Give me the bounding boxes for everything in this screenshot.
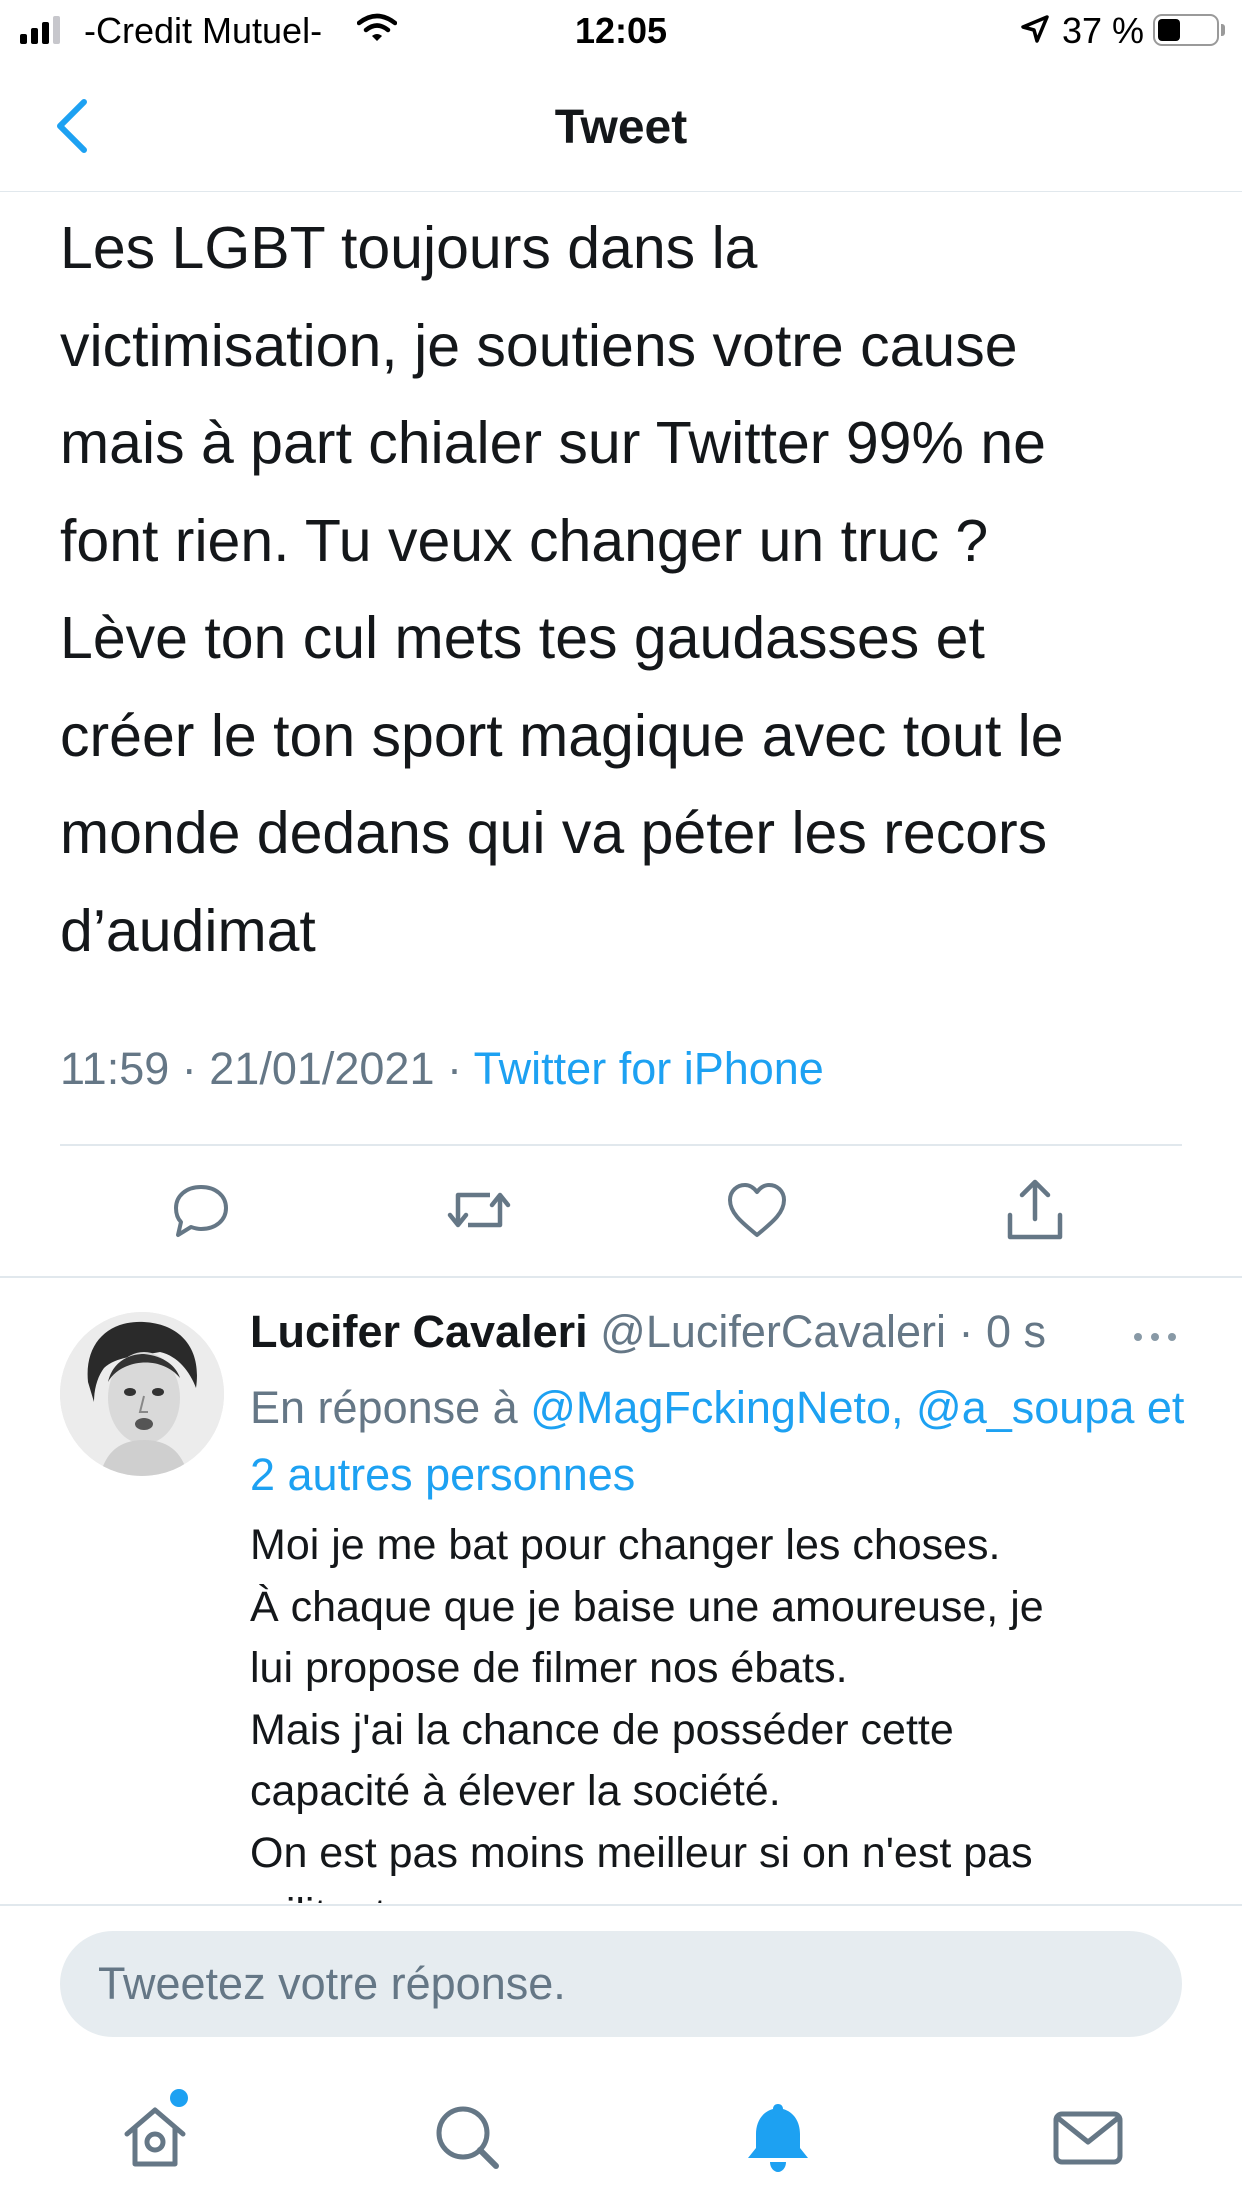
tweet-actions bbox=[0, 1175, 1242, 1255]
reply-author-name[interactable]: Lucifer Cavaleri bbox=[250, 1306, 588, 1357]
divider bbox=[0, 1276, 1242, 1278]
reply-context: En réponse à @MagFckingNeto, @a_soupa et… bbox=[250, 1374, 1190, 1508]
home-icon[interactable] bbox=[115, 2098, 195, 2178]
tweet-source-link[interactable]: Twitter for iPhone bbox=[474, 1043, 824, 1094]
battery-percentage: 37 % bbox=[1062, 10, 1145, 51]
status-bar: -Credit Mutuel- 12:05 37 % bbox=[0, 0, 1242, 62]
share-icon[interactable] bbox=[1000, 1175, 1070, 1245]
status-time: 12:05 bbox=[574, 10, 668, 51]
page-title: Tweet bbox=[554, 101, 688, 154]
tweet-text: Les LGBT toujours dans la victimisation,… bbox=[60, 215, 1064, 964]
battery-cap bbox=[1221, 24, 1225, 36]
reply-icon[interactable] bbox=[166, 1175, 236, 1245]
nav-bar: Tweet bbox=[0, 62, 1242, 192]
reply-composer[interactable] bbox=[60, 1931, 1182, 2037]
messages-icon[interactable] bbox=[1048, 2098, 1128, 2178]
notification-dot bbox=[170, 2089, 188, 2107]
search-icon[interactable] bbox=[428, 2098, 508, 2178]
more-options-icon[interactable] bbox=[1130, 1322, 1180, 1352]
reply-prefix: En réponse à bbox=[250, 1382, 531, 1433]
like-icon[interactable] bbox=[722, 1175, 792, 1245]
divider bbox=[0, 1904, 1242, 1906]
reply-input[interactable] bbox=[98, 1931, 1138, 2037]
reply-author-handle[interactable]: @LuciferCavaleri · 0 s bbox=[588, 1306, 1046, 1357]
reply-text: Moi je me bat pour changer les choses. À… bbox=[250, 1521, 1044, 1903]
avatar[interactable] bbox=[60, 1312, 224, 1476]
reply-body: Moi je me bat pour changer les choses. À… bbox=[250, 1515, 1190, 1903]
tab-bar bbox=[0, 2060, 1242, 2208]
reply-header: Lucifer Cavaleri @LuciferCavaleri · 0 s bbox=[250, 1306, 1046, 1358]
battery-icon bbox=[1153, 14, 1219, 46]
tweet-meta: 11:59 · 21/01/2021 · Twitter for iPhone bbox=[60, 1043, 824, 1095]
tweet-timestamp: 11:59 · 21/01/2021 · bbox=[60, 1043, 474, 1094]
location-arrow-icon bbox=[1021, 15, 1049, 43]
retweet-icon[interactable] bbox=[444, 1175, 514, 1245]
divider bbox=[60, 1144, 1182, 1146]
notifications-icon[interactable] bbox=[738, 2098, 818, 2178]
